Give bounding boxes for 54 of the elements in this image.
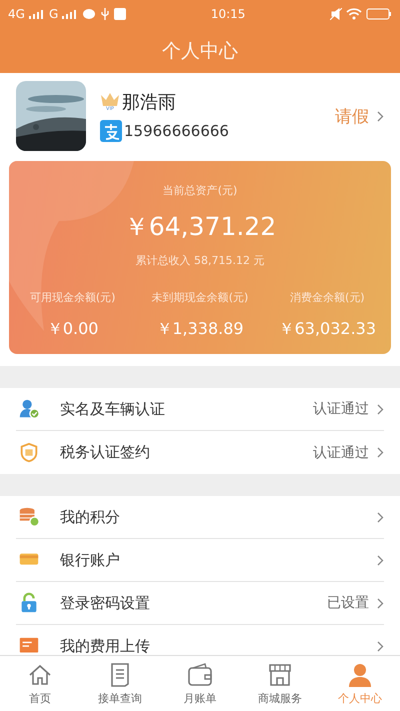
menu-status: 认证通过	[313, 444, 369, 462]
usb-icon	[100, 8, 110, 20]
menu-label: 我的积分	[60, 508, 121, 526]
tab[interactable]: 商城服务	[240, 656, 320, 711]
chevron-icon	[377, 598, 384, 608]
clock: 10:15	[210, 7, 246, 21]
menu-status: 认证通过	[313, 400, 369, 418]
receipt-icon	[18, 636, 40, 655]
menu-label: 税务认证签约	[60, 443, 151, 462]
shield-icon	[18, 442, 40, 464]
signal-icon	[28, 9, 45, 19]
home-icon	[29, 664, 51, 684]
person-check-icon	[18, 398, 40, 420]
phone-number: 15966666666	[124, 122, 229, 140]
person-icon	[349, 664, 371, 686]
balance-value: ￥0.00	[46, 319, 98, 340]
page-title: 个人中心	[162, 38, 238, 64]
payment-icon	[100, 120, 122, 142]
menu-label: 我的费用上传	[60, 637, 151, 655]
balance-value: ￥1,338.89	[156, 319, 244, 340]
balance-label: 未到期现金余额(元)	[152, 290, 248, 305]
chevron-icon	[377, 554, 384, 566]
chevron-icon	[377, 110, 384, 122]
total-assets-value: ￥64,371.22	[124, 211, 276, 243]
app-icon	[114, 8, 126, 20]
total-assets-label: 当前总资产(元)	[162, 183, 238, 198]
chevron-icon	[377, 512, 384, 522]
crown-icon	[100, 92, 120, 106]
network-label: 4G	[8, 7, 25, 21]
mute-icon	[330, 8, 342, 20]
store-icon	[269, 664, 291, 686]
chevron-icon	[377, 404, 384, 414]
menu-label: 银行账户	[60, 550, 121, 570]
balance-label: 可用现金余额(元)	[30, 290, 116, 305]
menu-status: 已设置	[327, 594, 369, 612]
tab[interactable]: 接单查询	[80, 656, 160, 711]
menu-label: 登录密码设置	[60, 594, 151, 612]
balance-value: ￥63,032.33	[278, 319, 376, 340]
message-icon	[82, 8, 96, 20]
tab[interactable]: 月账单	[160, 656, 240, 711]
coins-icon	[18, 506, 40, 528]
chevron-icon	[377, 641, 384, 652]
user-name: 那浩雨	[122, 91, 176, 114]
signal-icon	[62, 9, 78, 19]
balance-label: 消费金余额(元)	[290, 290, 365, 305]
menu-label: 实名及车辆认证	[60, 400, 166, 418]
wallet-icon	[188, 662, 212, 686]
network-label: G	[48, 7, 58, 21]
total-income: 累计总收入 58,715.12 元	[136, 253, 264, 268]
document-icon	[111, 662, 129, 686]
tab[interactable]: 首页	[0, 656, 80, 711]
wifi-icon	[346, 8, 362, 20]
chevron-icon	[377, 447, 384, 458]
battery-icon	[366, 8, 392, 20]
